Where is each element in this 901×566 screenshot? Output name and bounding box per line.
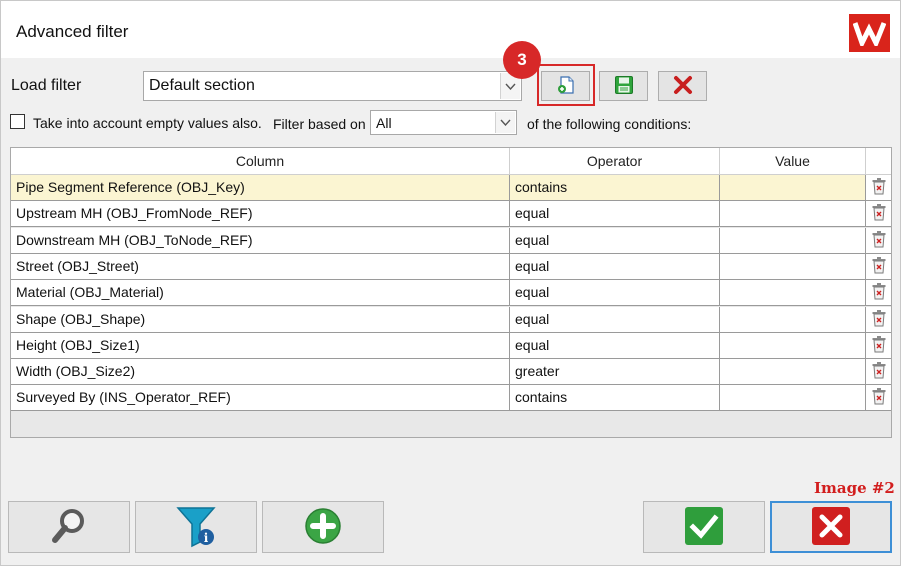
- value-cell[interactable]: [720, 385, 866, 412]
- trash-icon: [871, 309, 887, 330]
- value-cell[interactable]: [720, 201, 866, 228]
- table-row[interactable]: Pipe Segment Reference (OBJ_Key) contains: [11, 175, 891, 201]
- operator-cell[interactable]: equal: [510, 201, 720, 228]
- delete-row-button[interactable]: [866, 385, 891, 412]
- trash-icon: [871, 335, 887, 356]
- filter-based-value: All: [376, 115, 392, 131]
- column-cell[interactable]: Surveyed By (INS_Operator_REF): [11, 385, 510, 412]
- step-badge: 3: [503, 41, 541, 79]
- column-cell[interactable]: Width (OBJ_Size2): [11, 359, 510, 386]
- column-cell[interactable]: Height (OBJ_Size1): [11, 332, 510, 359]
- delete-filter-button[interactable]: [658, 71, 707, 101]
- table-row[interactable]: Street (OBJ_Street) equal: [11, 253, 891, 280]
- ok-button[interactable]: [643, 501, 765, 553]
- title-bar: Advanced filter: [1, 1, 900, 58]
- empty-values-checkbox[interactable]: [10, 114, 25, 129]
- load-filter-select[interactable]: Default section: [143, 71, 522, 101]
- filter-info-icon: i: [174, 504, 218, 551]
- delete-row-button[interactable]: [866, 280, 891, 307]
- green-check-icon: [684, 506, 724, 549]
- image-tag-annotation: Image #2: [814, 479, 895, 497]
- green-plus-icon: [304, 507, 342, 548]
- table-row[interactable]: Downstream MH (OBJ_ToNode_REF) equal: [11, 227, 891, 254]
- window-title: Advanced filter: [16, 22, 129, 41]
- new-filter-button[interactable]: [541, 71, 590, 101]
- column-header-value[interactable]: Value: [720, 148, 866, 175]
- conditions-grid: Column Operator Value Pipe Segment Refer…: [10, 147, 892, 438]
- delete-row-button[interactable]: [866, 175, 891, 201]
- add-condition-button[interactable]: [262, 501, 384, 553]
- operator-cell[interactable]: greater: [510, 359, 720, 386]
- column-cell[interactable]: Shape (OBJ_Shape): [11, 306, 510, 333]
- red-x-icon: [811, 506, 851, 549]
- chevron-down-icon[interactable]: [495, 112, 515, 133]
- delete-row-button[interactable]: [866, 227, 891, 254]
- trash-icon: [871, 282, 887, 303]
- delete-row-button[interactable]: [866, 306, 891, 333]
- table-row[interactable]: Upstream MH (OBJ_FromNode_REF) equal: [11, 201, 891, 228]
- delete-row-button[interactable]: [866, 332, 891, 359]
- delete-row-button[interactable]: [866, 253, 891, 280]
- table-row[interactable]: Material (OBJ_Material) equal: [11, 280, 891, 307]
- conditions-suffix-label: of the following conditions:: [527, 116, 692, 132]
- value-cell[interactable]: [720, 359, 866, 386]
- operator-cell[interactable]: contains: [510, 175, 720, 201]
- search-button[interactable]: [8, 501, 130, 553]
- magnifier-icon: [49, 506, 89, 549]
- filter-based-label: Filter based on: [273, 116, 366, 132]
- value-cell[interactable]: [720, 227, 866, 254]
- operator-cell[interactable]: equal: [510, 332, 720, 359]
- table-row[interactable]: Shape (OBJ_Shape) equal: [11, 306, 891, 333]
- value-cell[interactable]: [720, 280, 866, 307]
- table-row[interactable]: Width (OBJ_Size2) greater: [11, 359, 891, 386]
- operator-cell[interactable]: equal: [510, 306, 720, 333]
- trash-icon: [871, 361, 887, 382]
- trash-icon: [871, 230, 887, 251]
- red-x-icon: [673, 75, 693, 98]
- value-cell[interactable]: [720, 306, 866, 333]
- filter-based-select[interactable]: All: [370, 110, 517, 135]
- column-cell[interactable]: Material (OBJ_Material): [11, 280, 510, 307]
- value-cell[interactable]: [720, 175, 866, 201]
- w-logo-icon: [849, 14, 890, 52]
- column-cell[interactable]: Downstream MH (OBJ_ToNode_REF): [11, 227, 510, 254]
- load-filter-value: Default section: [149, 77, 255, 94]
- operator-cell[interactable]: contains: [510, 385, 720, 412]
- filter-info-button[interactable]: i: [135, 501, 257, 553]
- operator-cell[interactable]: equal: [510, 280, 720, 307]
- trash-icon: [871, 387, 887, 408]
- table-row[interactable]: Surveyed By (INS_Operator_REF) contains: [11, 385, 891, 412]
- new-document-icon: [556, 75, 576, 98]
- save-filter-button[interactable]: [599, 71, 648, 101]
- cancel-button[interactable]: [770, 501, 892, 553]
- column-header-column[interactable]: Column: [11, 148, 510, 175]
- save-icon: [614, 75, 634, 98]
- value-cell[interactable]: [720, 253, 866, 280]
- operator-cell[interactable]: equal: [510, 253, 720, 280]
- column-cell[interactable]: Pipe Segment Reference (OBJ_Key): [11, 175, 510, 201]
- table-row[interactable]: Height (OBJ_Size1) equal: [11, 332, 891, 359]
- operator-cell[interactable]: equal: [510, 227, 720, 254]
- trash-icon: [871, 256, 887, 277]
- empty-values-label: Take into account empty values also.: [33, 115, 262, 131]
- trash-icon: [871, 177, 887, 198]
- column-header-delete: [866, 148, 891, 175]
- advanced-filter-dialog: Advanced filter Load filter Default sect…: [0, 0, 901, 566]
- column-header-operator[interactable]: Operator: [510, 148, 720, 175]
- delete-row-button[interactable]: [866, 359, 891, 386]
- column-cell[interactable]: Street (OBJ_Street): [11, 253, 510, 280]
- load-filter-label: Load filter: [11, 77, 82, 94]
- delete-row-button[interactable]: [866, 201, 891, 228]
- column-cell[interactable]: Upstream MH (OBJ_FromNode_REF): [11, 201, 510, 228]
- trash-icon: [871, 203, 887, 224]
- value-cell[interactable]: [720, 332, 866, 359]
- svg-text:i: i: [204, 531, 209, 545]
